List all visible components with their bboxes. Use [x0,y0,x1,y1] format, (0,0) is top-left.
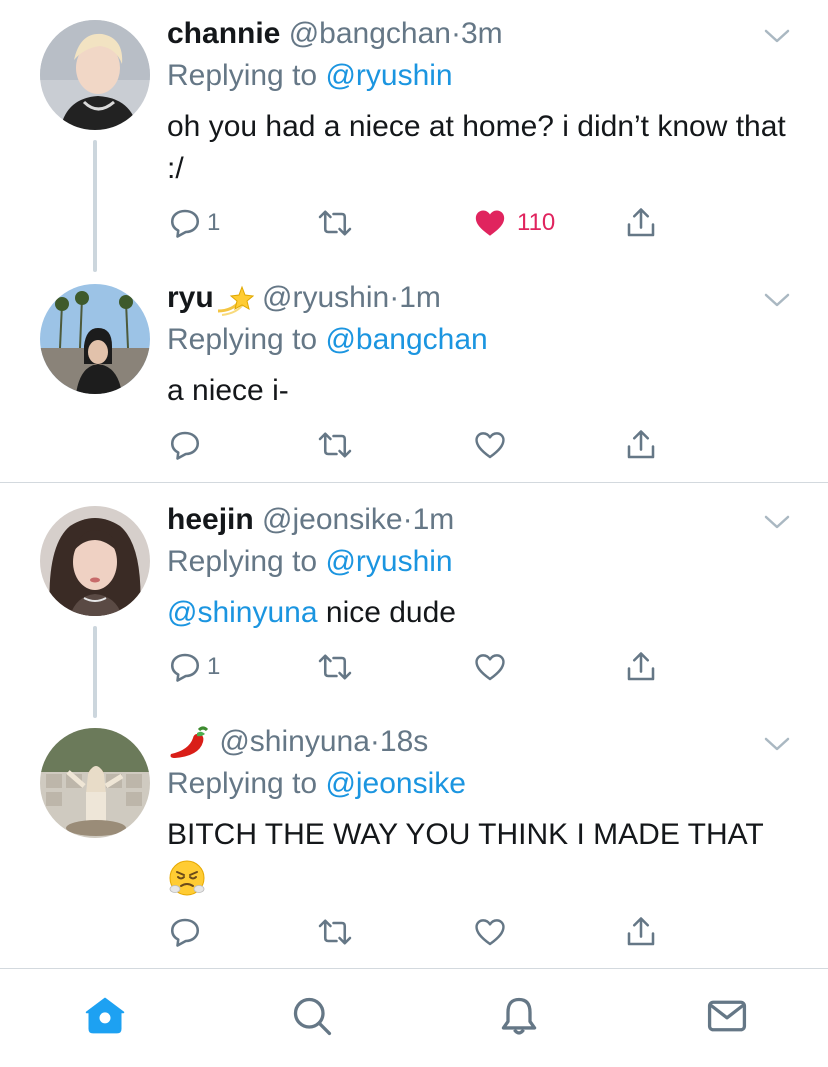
reply-icon [170,653,200,682]
thread-line [93,140,97,272]
action-bar: 1 [167,647,667,687]
tweet-text: @shinyuna nice dude [167,592,797,634]
hot-pepper-icon [170,726,209,759]
mention-link[interactable]: @shinyuna [167,596,318,629]
reply-button[interactable]: 1 [167,203,220,243]
share-icon [627,430,655,459]
action-bar [167,912,667,952]
bottom-tab-bar [0,968,828,1067]
separator: · [402,503,413,536]
separator: · [389,281,400,314]
retweet-icon [318,919,352,945]
heart-icon [475,919,505,946]
display-name[interactable]: ryu [167,281,214,314]
chevron-down-icon[interactable] [762,734,792,754]
chevron-down-icon[interactable] [762,26,792,46]
display-name[interactable]: channie [167,17,280,50]
chevron-down-icon[interactable] [762,512,792,532]
share-icon [627,208,655,237]
share-button[interactable] [623,912,659,952]
share-button[interactable] [623,203,659,243]
retweet-button[interactable] [315,203,355,243]
home-icon [85,997,125,1034]
reply-mention-link[interactable]: @ryushin [325,545,452,578]
action-bar: 1 110 [167,203,667,243]
tab-notifications[interactable] [494,991,544,1041]
dizzy-icon [217,285,254,317]
handle[interactable]: @jeonsike [262,503,403,536]
tweet-header: @shinyuna·18s [167,724,428,762]
heart-icon [475,432,505,459]
heart-icon [475,654,505,681]
reply-mention-link[interactable]: @bangchan [325,323,487,356]
like-button[interactable] [473,425,507,465]
handle[interactable]: @shinyuna [219,725,370,758]
tweet-header: heejin @jeonsike·1m [167,502,454,538]
retweet-button[interactable] [315,912,355,952]
retweet-button[interactable] [315,425,355,465]
avatar[interactable] [40,728,150,838]
timestamp: 1m [412,503,455,536]
share-button[interactable] [623,425,659,465]
display-name[interactable]: heejin [167,503,254,536]
search-icon [293,997,332,1036]
reply-button[interactable]: 1 [167,647,220,687]
reply-icon [170,918,200,947]
reply-count: 1 [207,653,221,680]
share-icon [627,917,655,946]
separator: · [369,725,380,758]
tab-home[interactable] [80,991,130,1041]
timestamp: 1m [399,281,441,314]
reply-button[interactable] [167,912,203,952]
retweet-icon [318,654,352,680]
tweet-header: channie @bangchan·3m [167,16,503,52]
reply-icon [170,209,200,238]
reply-icon [170,431,200,460]
replying-to: Replying to @ryushin [167,59,453,92]
divider [0,482,828,483]
reply-mention-link[interactable]: @ryushin [325,59,452,92]
separator: · [450,17,461,50]
share-icon [627,652,655,681]
replying-to: Replying to @bangchan [167,323,488,356]
avatar[interactable] [40,506,150,616]
retweet-icon [318,210,352,236]
bell-icon [501,997,537,1035]
avatar[interactable] [40,284,150,394]
face-with-steam-icon [169,860,205,896]
tweet-text-content: nice dude [317,596,456,629]
mail-icon [707,1000,747,1032]
reply-count: 1 [207,209,221,236]
like-button[interactable] [473,912,507,952]
tweet-text: BITCH THE WAY YOU THINK I MADE THAT [167,814,797,898]
reply-mention-link[interactable]: @jeonsike [325,767,466,800]
like-button[interactable] [473,647,507,687]
tweet-header: ryu @ryushin·1m [167,280,441,317]
timestamp: 3m [460,17,503,50]
handle[interactable]: @bangchan [289,17,451,50]
tab-messages[interactable] [702,991,752,1041]
tweet-text: oh you had a niece at home? i didn’t kno… [167,110,786,185]
tab-search[interactable] [287,991,337,1041]
thread-line [93,626,97,718]
handle[interactable]: @ryushin [262,281,389,314]
retweet-icon [318,432,352,458]
chevron-down-icon[interactable] [762,290,792,310]
reply-button[interactable] [167,425,203,465]
tweet-text: a niece i- [167,374,289,407]
action-bar [167,425,667,465]
heart-filled-icon [475,210,505,236]
timestamp: 18s [379,725,429,758]
like-button[interactable]: 110 [473,203,555,243]
share-button[interactable] [623,647,659,687]
replying-to: Replying to @jeonsike [167,767,466,800]
avatar[interactable] [40,20,150,130]
replying-to: Replying to @ryushin [167,545,453,578]
retweet-button[interactable] [315,647,355,687]
tweet-text-content: BITCH THE WAY YOU THINK I MADE THAT [167,818,764,851]
like-count: 110 [517,209,556,236]
